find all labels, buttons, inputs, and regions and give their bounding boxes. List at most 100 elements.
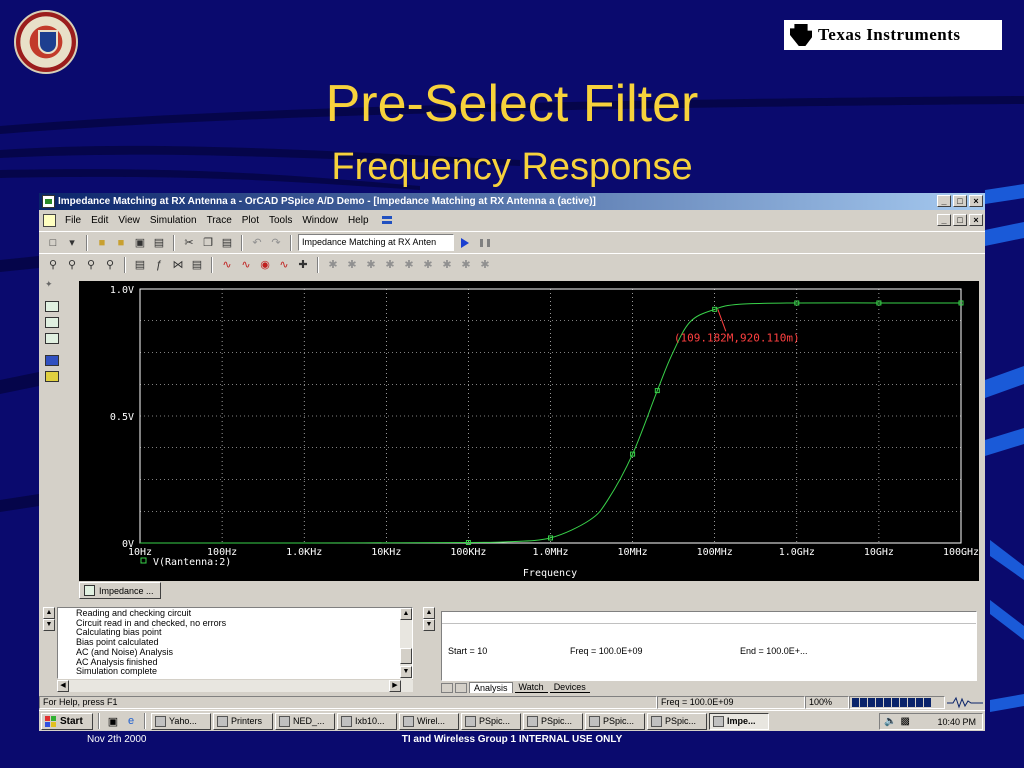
- analysis-progress-grid: Start = 10 Freq = 100.0E+09 End = 100.0E…: [441, 611, 977, 681]
- redo-icon[interactable]: ↷: [268, 235, 284, 251]
- run-icon[interactable]: [461, 237, 469, 248]
- analysis-pane-up-icon[interactable]: ▲: [423, 607, 435, 619]
- start-button[interactable]: Start: [41, 712, 93, 730]
- taskbar-button[interactable]: Yaho...: [151, 712, 211, 730]
- palette-pin-icon[interactable]: ✦: [45, 279, 59, 290]
- log-x-axis-icon[interactable]: ▤: [132, 257, 148, 273]
- pspice-app-icon[interactable]: [42, 195, 55, 208]
- scroll-thumb[interactable]: [400, 648, 412, 664]
- doc-minimize-button[interactable]: _: [937, 214, 951, 226]
- volume-icon[interactable]: 🔈: [884, 716, 896, 727]
- add-trace-icon[interactable]: ∿: [219, 257, 235, 273]
- show-desktop-icon[interactable]: ▣: [105, 713, 121, 729]
- document-tab-impedance[interactable]: Impedance ...: [79, 582, 161, 599]
- log-y-axis-icon[interactable]: ▤: [189, 257, 205, 273]
- cursor-trough-icon[interactable]: ✱: [344, 257, 360, 273]
- scroll-left-icon[interactable]: ◀: [57, 680, 69, 692]
- menu-trace[interactable]: Trace: [202, 215, 237, 226]
- restore-button[interactable]: □: [953, 195, 967, 207]
- cursor-peak-icon[interactable]: ✱: [325, 257, 341, 273]
- tab-next-icon[interactable]: [455, 682, 467, 693]
- output-pane-down-icon[interactable]: ▼: [43, 619, 55, 631]
- cursor-next-icon[interactable]: ✱: [458, 257, 474, 273]
- paste-icon[interactable]: ▤: [219, 235, 235, 251]
- save-icon[interactable]: ▣: [132, 235, 148, 251]
- dropdown-arrow-icon[interactable]: ▾: [64, 235, 80, 251]
- mark-data-points-icon[interactable]: ∿: [276, 257, 292, 273]
- menu-view[interactable]: View: [113, 215, 145, 226]
- output-horizontal-scrollbar[interactable]: ◀ ▶: [57, 680, 413, 692]
- zoom-fit-icon[interactable]: ⚲: [102, 257, 118, 273]
- taskbar-button[interactable]: Printers: [213, 712, 273, 730]
- frequency-response-plot[interactable]: 1.0V0.5V0V 10Hz 100Hz 1.0KHz 10KHz 100KHz 1.0…: [79, 281, 979, 581]
- toggle-cursor-icon[interactable]: ✚: [295, 257, 311, 273]
- taskbar-button[interactable]: PSpic...: [461, 712, 521, 730]
- undo-icon[interactable]: ↶: [249, 235, 265, 251]
- close-button[interactable]: ×: [969, 195, 983, 207]
- tab-devices[interactable]: Devices: [549, 682, 590, 693]
- window-titlebar[interactable]: Impedance Matching at RX Antenna a - OrC…: [39, 193, 985, 210]
- menu-plot[interactable]: Plot: [237, 215, 264, 226]
- schematic-link-icon[interactable]: [45, 355, 59, 366]
- taskbar-button[interactable]: Ixb10...: [337, 712, 397, 730]
- edit-profile-icon[interactable]: [45, 301, 59, 312]
- cursor-search-icon[interactable]: ✱: [439, 257, 455, 273]
- cursor-min-icon[interactable]: ✱: [382, 257, 398, 273]
- output-pane-up-icon[interactable]: ▲: [43, 607, 55, 619]
- doc-restore-button[interactable]: □: [953, 214, 967, 226]
- document-icon[interactable]: [43, 213, 56, 227]
- scroll-down-icon[interactable]: ▼: [400, 666, 412, 678]
- network-icon[interactable]: ▩: [900, 716, 909, 727]
- taskbar-button-active[interactable]: Impe...: [709, 712, 769, 730]
- cursor-max-icon[interactable]: ✱: [401, 257, 417, 273]
- output-vertical-scrollbar[interactable]: ▲ ▼: [400, 608, 412, 680]
- context-help-icon[interactable]: [379, 214, 394, 226]
- taskbar-button[interactable]: PSpic...: [523, 712, 583, 730]
- mark-label-icon[interactable]: ✱: [477, 257, 493, 273]
- open-file-icon[interactable]: ■: [113, 235, 129, 251]
- simulation-profile-select[interactable]: Impedance Matching at RX Anten: [298, 234, 454, 251]
- simulation-settings-icon[interactable]: [45, 333, 59, 344]
- menu-edit[interactable]: Edit: [86, 215, 113, 226]
- tab-prev-icon[interactable]: [441, 682, 453, 693]
- analysis-pane-down-icon[interactable]: ▼: [423, 619, 435, 631]
- menu-simulation[interactable]: Simulation: [145, 215, 202, 226]
- cut-icon[interactable]: ✂: [181, 235, 197, 251]
- cursor-slope-icon[interactable]: ✱: [363, 257, 379, 273]
- fourier-icon[interactable]: ƒ: [151, 257, 167, 273]
- taskbar-button[interactable]: NED_...: [275, 712, 335, 730]
- zoom-area-icon[interactable]: ⚲: [83, 257, 99, 273]
- view-output-file-icon[interactable]: [45, 317, 59, 328]
- zoom-in-icon[interactable]: ⚲: [45, 257, 61, 273]
- performance-analysis-icon[interactable]: ⋈: [170, 257, 186, 273]
- trace-v-rantenna-2: [139, 302, 961, 544]
- scroll-right-icon[interactable]: ▶: [389, 680, 401, 692]
- doc-close-button[interactable]: ×: [969, 214, 983, 226]
- menu-file[interactable]: File: [60, 215, 86, 226]
- taskbar-button[interactable]: PSpic...: [585, 712, 645, 730]
- taskbar-button[interactable]: Wirel...: [399, 712, 459, 730]
- scroll-up-icon[interactable]: ▲: [400, 608, 412, 620]
- zoom-out-icon[interactable]: ⚲: [64, 257, 80, 273]
- status-help-text: For Help, press F1: [39, 695, 657, 709]
- minimize-button[interactable]: _: [937, 195, 951, 207]
- eval-goal-function-icon[interactable]: ∿: [238, 257, 254, 273]
- print-icon[interactable]: ▤: [151, 235, 167, 251]
- tab-analysis[interactable]: Analysis: [469, 682, 513, 693]
- menu-tools[interactable]: Tools: [264, 215, 297, 226]
- cursor-point-icon[interactable]: ✱: [420, 257, 436, 273]
- menu-help[interactable]: Help: [343, 215, 374, 226]
- probe-plot-area[interactable]: 1.0V 0.5V 0V 10Hz 100Hz 1.0KHz 10KHz 100KHz 1.0…: [79, 281, 979, 581]
- watch-window-icon[interactable]: [45, 371, 59, 382]
- text-label-icon[interactable]: ◉: [257, 257, 273, 273]
- taskbar-button[interactable]: PSpic...: [647, 712, 707, 730]
- menu-window[interactable]: Window: [297, 215, 343, 226]
- tab-watch[interactable]: Watch: [514, 682, 548, 693]
- document-tab-label: Impedance ...: [99, 585, 154, 596]
- copy-icon[interactable]: ❐: [200, 235, 216, 251]
- taskbar-clock[interactable]: 10:40 PM: [937, 717, 982, 727]
- internet-explorer-icon[interactable]: e: [123, 713, 139, 729]
- new-icon[interactable]: □: [45, 235, 61, 251]
- open-folder-icon[interactable]: ■: [94, 235, 110, 251]
- pause-icon[interactable]: [480, 238, 490, 247]
